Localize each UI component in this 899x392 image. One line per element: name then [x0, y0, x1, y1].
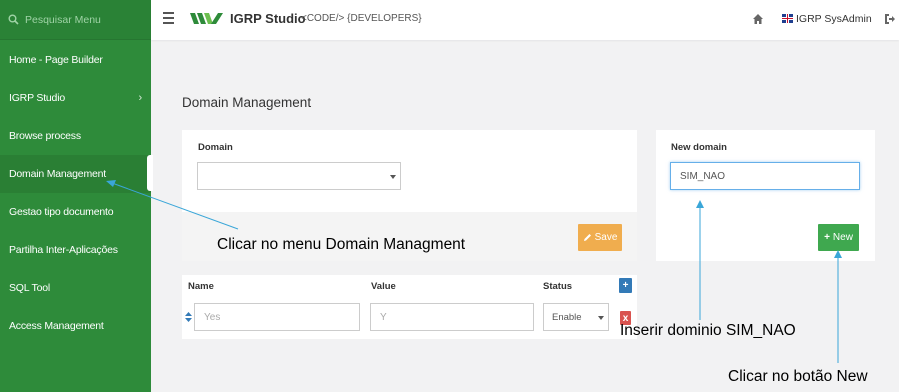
annotation-new-note: Clicar no botão New [728, 368, 868, 385]
annotation-menu-note: Clicar no menu Domain Managment [217, 236, 466, 253]
arrowhead-new [834, 250, 842, 258]
arrow-to-menu [111, 182, 239, 230]
arrowhead-input [696, 200, 704, 208]
annotation-insert-note: Inserir dominio SIM_NAO [620, 322, 796, 339]
arrowhead-menu [106, 180, 116, 187]
